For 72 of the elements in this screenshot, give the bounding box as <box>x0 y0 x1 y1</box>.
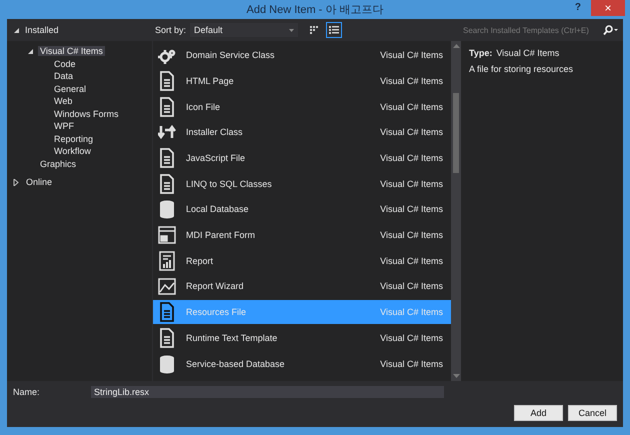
dropdown-caret-icon[interactable] <box>289 28 294 32</box>
template-category: Visual C# Items <box>380 256 443 266</box>
tree-item[interactable]: Code <box>52 58 78 69</box>
template-category: Visual C# Items <box>380 178 443 189</box>
template-description: A file for storing resources <box>468 63 574 76</box>
sort-label: Sort by: <box>155 25 186 35</box>
name-label: Name: <box>12 387 41 397</box>
tree-item[interactable]: Web <box>52 96 74 106</box>
dialog-button[interactable]: Add <box>514 405 563 421</box>
search-icon[interactable] <box>603 19 623 41</box>
close-button[interactable]: × <box>591 0 625 16</box>
template-category: Visual C# Items <box>380 230 443 240</box>
template-name: Service-based Database <box>186 358 286 369</box>
template-category: Visual C# Items <box>380 153 443 164</box>
template-row[interactable]: Installer Class Visual C# Items <box>153 120 451 145</box>
template-row[interactable]: HTML Page Visual C# Items <box>153 68 451 94</box>
search-field[interactable]: Search Installed Templates (Ctrl+E) <box>461 19 603 41</box>
tree-item[interactable]: Online <box>24 177 54 188</box>
template-name: Domain Service Class <box>186 50 276 60</box>
template-name: MDI Parent Form <box>186 230 256 240</box>
template-name: Local Database <box>186 204 250 214</box>
template-name: JavaScript File <box>186 153 246 164</box>
template-name: HTML Page <box>186 76 235 86</box>
template-category: Visual C# Items <box>380 76 443 86</box>
template-name: Resources File <box>186 307 248 318</box>
tree-item[interactable]: Graphics <box>38 158 78 169</box>
template-category: Visual C# Items <box>380 281 443 292</box>
template-row[interactable]: Report Wizard Visual C# Items <box>153 274 451 299</box>
template-row[interactable]: Local Database Visual C# Items <box>153 197 451 222</box>
template-row[interactable]: Runtime Text Template Visual C# Items <box>153 326 451 350</box>
template-category: Visual C# Items <box>380 50 443 60</box>
expanded-arrow-icon[interactable] <box>27 48 34 55</box>
window-title: Add New Item - 아 배고프다 <box>246 3 384 17</box>
type-label: Type: <box>469 48 492 58</box>
template-row[interactable]: LINQ to SQL Classes Visual C# Items <box>153 171 451 196</box>
template-category: Visual C# Items <box>380 127 443 138</box>
scrollbar-thumb[interactable] <box>453 93 459 173</box>
template-category: Visual C# Items <box>380 332 443 343</box>
name-field[interactable]: StringLib.resx <box>91 386 444 398</box>
collapsed-arrow-icon[interactable] <box>13 178 20 186</box>
dialog-button[interactable]: Cancel <box>568 405 617 421</box>
tree-item[interactable]: Reporting <box>52 134 96 144</box>
tree-item[interactable]: Data <box>52 71 76 82</box>
expanded-arrow-icon[interactable] <box>13 26 20 34</box>
template-name: Icon File <box>186 102 222 112</box>
template-name: Report Wizard <box>186 281 245 292</box>
template-name: Installer Class <box>186 127 244 138</box>
template-row[interactable]: JavaScript File Visual C# Items <box>153 146 451 170</box>
template-category: Visual C# Items <box>380 307 443 318</box>
template-category: Visual C# Items <box>380 102 443 112</box>
tree-item[interactable]: Workflow <box>52 146 93 156</box>
template-row[interactable]: Icon File Visual C# Items <box>153 94 451 119</box>
template-name: Report <box>186 256 214 266</box>
list-view-icon[interactable] <box>326 22 342 38</box>
tree-header-label: Installed <box>25 25 59 35</box>
tree-item[interactable]: Visual C# Items <box>38 46 105 56</box>
scrollbar[interactable] <box>451 41 461 381</box>
template-row[interactable]: MDI Parent Form Visual C# Items <box>153 222 451 248</box>
template-name: Runtime Text Template <box>186 332 278 343</box>
type-value: Visual C# Items <box>496 48 560 58</box>
template-name: LINQ to SQL Classes <box>186 178 273 189</box>
template-row[interactable]: Domain Service Class Visual C# Items <box>153 43 451 68</box>
tree-item[interactable]: WPF <box>52 121 76 132</box>
help-button[interactable]: ? <box>574 2 581 13</box>
sort-dropdown[interactable]: Default <box>190 23 298 37</box>
template-category: Visual C# Items <box>380 204 443 214</box>
tree-item[interactable]: General <box>52 84 88 94</box>
template-row[interactable]: Service-based Database Visual C# Items <box>153 351 451 376</box>
tree-header[interactable]: Installed <box>7 19 152 41</box>
tree-item[interactable]: Windows Forms <box>52 108 121 119</box>
template-row[interactable]: Report Visual C# Items <box>153 248 451 274</box>
template-category: Visual C# Items <box>380 358 443 369</box>
